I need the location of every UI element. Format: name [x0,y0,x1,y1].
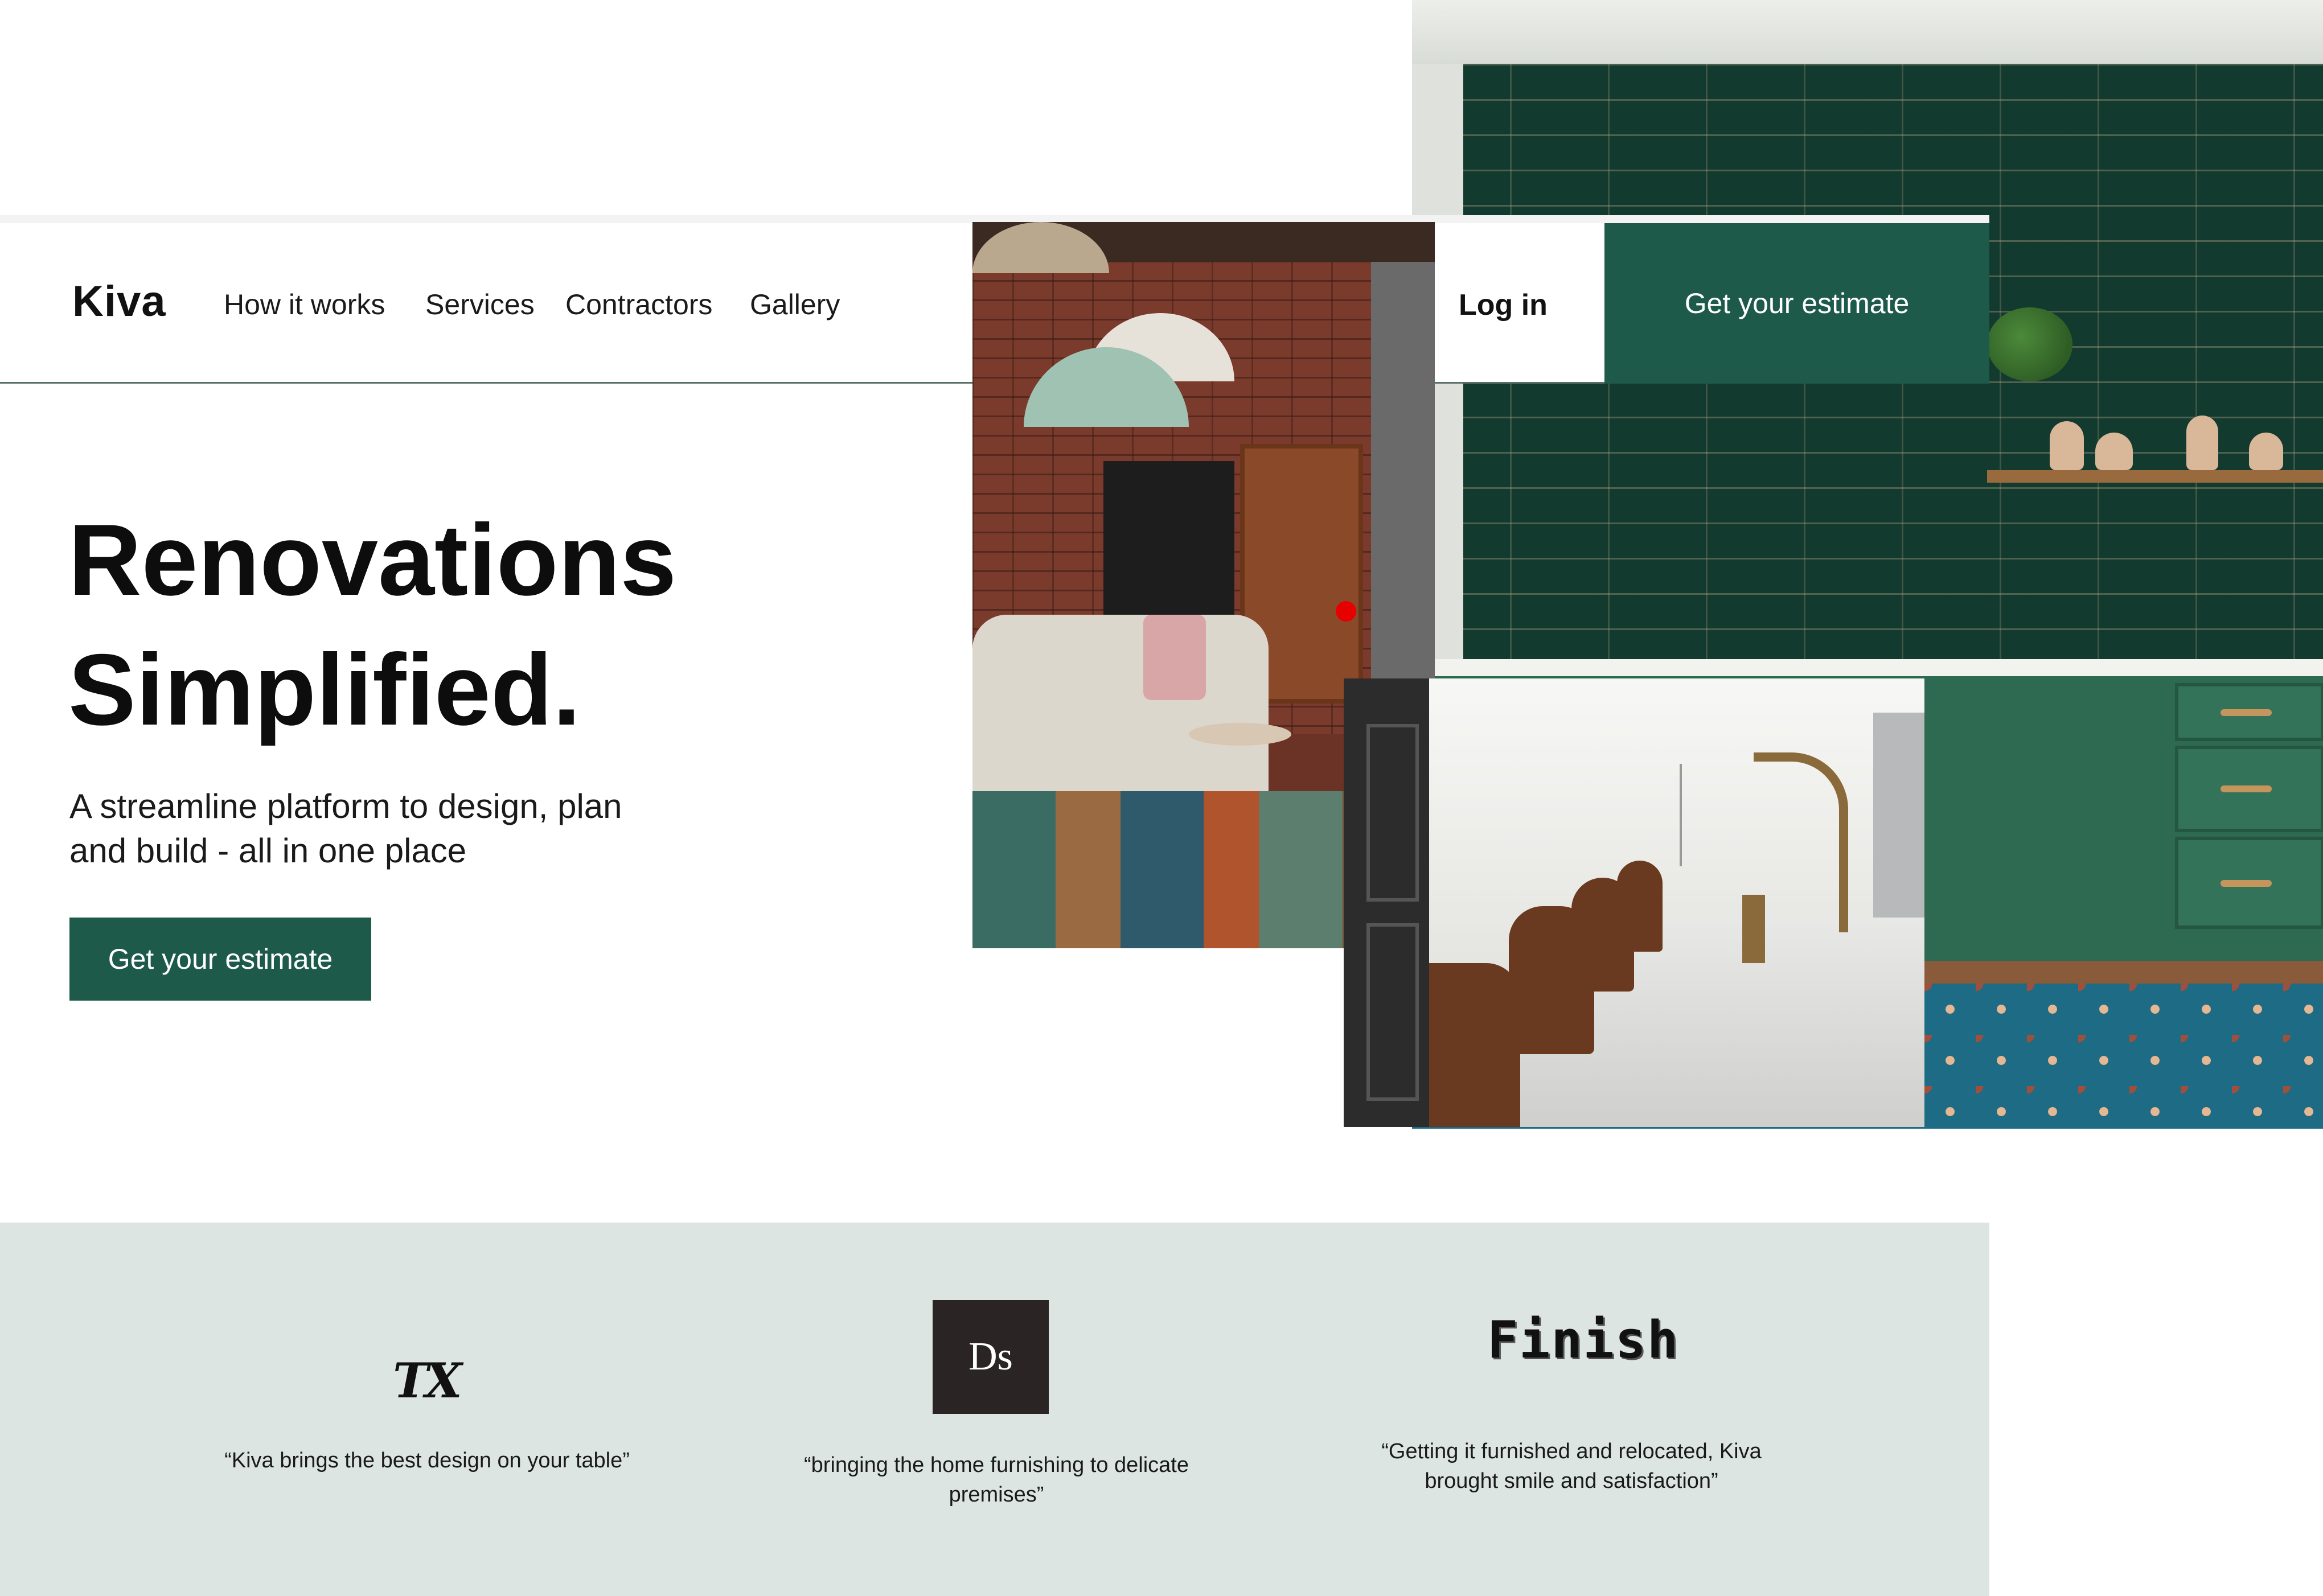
kitchen-shelf [1987,470,2323,483]
door-panel [1366,724,1419,902]
brand-logo[interactable]: Kiva [72,277,166,326]
testimonial-quote-2: “bringing the home furnishing to delicat… [746,1450,1247,1509]
vase [2186,416,2218,470]
hero-subtitle: A streamline platform to design, plan an… [69,784,696,873]
kitchen-counter [1412,659,2323,676]
blanket [1143,615,1206,700]
nav-contractors[interactable]: Contractors [565,288,712,321]
testimonial-quote-2-line2: premises” [949,1483,1044,1507]
hero-subtitle-line1: A streamline platform to design, plan [69,787,622,825]
finish-logo: Finish [1487,1310,1680,1370]
nav-how-it-works[interactable]: How it works [224,288,385,321]
faucet-base [1742,895,1765,963]
pendant-light [1680,764,1682,866]
drawer-handle [2221,880,2272,887]
vase [2050,421,2084,470]
chalkboard [1103,461,1234,632]
door-panel [1366,923,1419,1101]
hero-title-line1: Renovations [68,503,677,616]
bowl [2095,433,2133,470]
drawer-handle [2221,709,2272,716]
testimonial-quote-3-line2: brought smile and satisfaction” [1425,1469,1718,1493]
testimonial-quote-3-line1: “Getting it furnished and relocated, Kiv… [1381,1439,1762,1463]
testimonial-quote-2-line1: “bringing the home furnishing to delicat… [804,1453,1189,1477]
login-link[interactable]: Log in [1459,288,1548,322]
fridge [1873,713,1924,952]
kitchen-ceiling [1412,0,2323,64]
faucet [1754,752,1848,932]
testimonial-quote-3: “Getting it furnished and relocated, Kiv… [1310,1437,1833,1496]
coffee-table [1189,723,1291,746]
ds-logo: Ds [933,1300,1049,1414]
hero-estimate-button[interactable]: Get your estimate [69,918,371,1001]
testimonial-quote-1: “Kiva brings the best design on your tab… [224,1449,630,1472]
hero-subtitle-line2: and build - all in one place [69,832,467,870]
modern-kitchen-photo [1344,678,1924,1127]
nav-services[interactable]: Services [425,288,535,321]
hero-title-line2: Simplified. [68,633,581,746]
hero-title: Renovations Simplified. [68,495,922,755]
cursor-dot [1336,601,1356,622]
tx-logo: TX [393,1352,462,1409]
nav-gallery[interactable]: Gallery [750,288,840,321]
vase [2249,433,2283,470]
plant [1987,307,2072,381]
header-estimate-button[interactable]: Get your estimate [1604,223,1989,384]
bar-stool [1617,861,1663,952]
drawer-handle [2221,785,2272,792]
